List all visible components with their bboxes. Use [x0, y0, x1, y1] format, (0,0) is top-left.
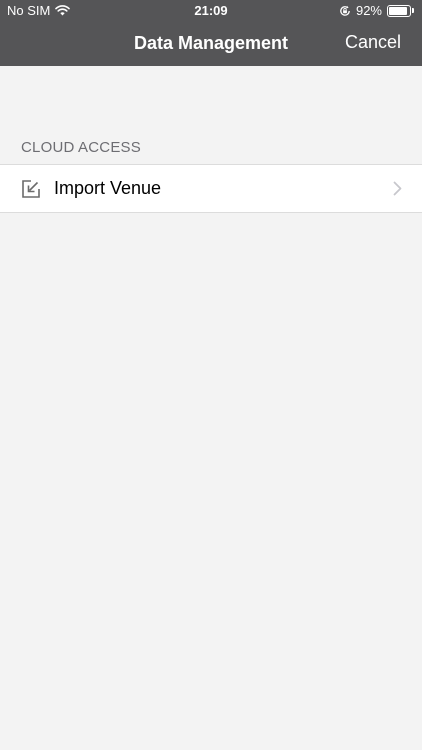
battery-tip	[412, 8, 414, 13]
status-bar: No SIM 21:09 92%	[0, 0, 422, 22]
cancel-button[interactable]: Cancel	[345, 32, 401, 53]
battery-fill	[389, 6, 408, 15]
section-header-cloud-access: CLOUD ACCESS	[21, 139, 141, 156]
cloud-access-list: Import Venue	[0, 164, 422, 213]
nav-bar: Data Management Cancel	[0, 22, 422, 66]
import-icon	[22, 180, 40, 198]
battery-icon	[387, 4, 411, 17]
rotation-lock-icon	[340, 5, 350, 16]
chevron-right-icon	[393, 181, 402, 196]
import-venue-label: Import Venue	[54, 178, 162, 198]
import-venue-row[interactable]: Import Venue	[0, 165, 422, 212]
battery-percent: 92%	[355, 3, 382, 18]
status-right: 92%	[339, 3, 414, 18]
header: No SIM 21:09 92% Data Management Cancel	[0, 0, 422, 66]
